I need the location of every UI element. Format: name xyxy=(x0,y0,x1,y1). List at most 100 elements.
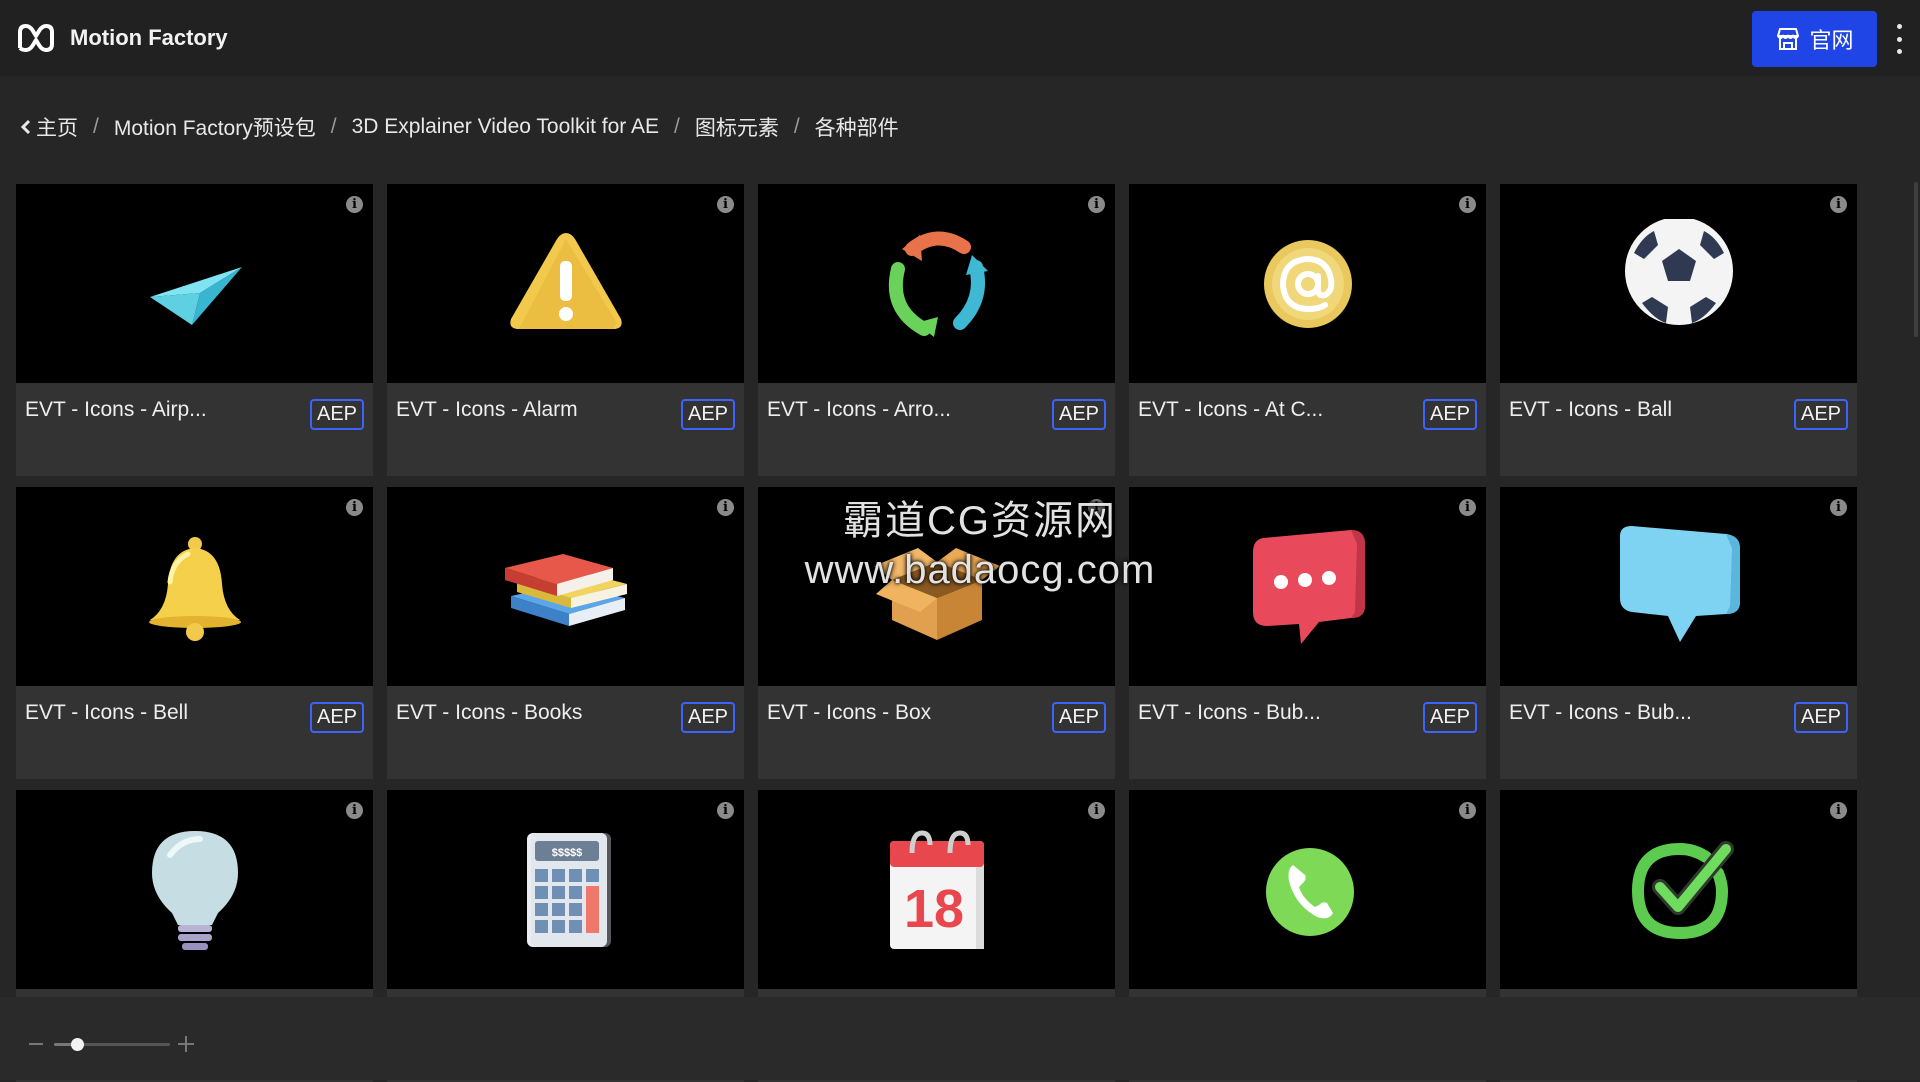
asset-card[interactable]: i EVT - Icons - Ball AEP xyxy=(1500,184,1857,476)
info-icon[interactable]: i xyxy=(717,802,734,819)
aep-badge: AEP xyxy=(681,399,735,430)
official-site-button[interactable]: 官网 xyxy=(1752,11,1877,67)
info-icon[interactable]: i xyxy=(1088,802,1105,819)
breadcrumb-separator: / xyxy=(793,115,800,138)
aep-badge: AEP xyxy=(1052,399,1106,430)
breadcrumb-home[interactable]: 主页 xyxy=(20,112,78,142)
vertical-scrollbar[interactable] xyxy=(1914,182,1918,337)
asset-thumbnail xyxy=(758,184,1115,383)
asset-title: EVT - Icons - Box xyxy=(767,701,932,724)
info-icon[interactable]: i xyxy=(1459,196,1476,213)
asset-thumbnail xyxy=(758,487,1115,686)
asset-thumbnail xyxy=(16,790,373,989)
info-icon[interactable]: i xyxy=(1830,196,1847,213)
calendar-icon: 18 xyxy=(889,829,984,949)
asset-card[interactable]: i EVT - Icons - Bub... AEP xyxy=(1129,487,1486,779)
breadcrumb-item[interactable]: 3D Explainer Video Toolkit for AE xyxy=(352,115,659,139)
asset-thumbnail xyxy=(1129,790,1486,989)
info-icon[interactable]: i xyxy=(1830,499,1847,516)
soccer-ball-icon xyxy=(1624,218,1733,325)
asset-thumbnail: $$$$$ xyxy=(387,790,744,989)
asset-thumbnail xyxy=(387,184,744,383)
asset-card[interactable]: i EVT - Icons - At C... AEP xyxy=(1129,184,1486,476)
info-icon[interactable]: i xyxy=(1830,802,1847,819)
info-icon[interactable]: i xyxy=(1459,802,1476,819)
asset-thumbnail xyxy=(16,184,373,383)
asset-card[interactable]: i EVT - Icons - Box AEP xyxy=(758,487,1115,779)
breadcrumb-item[interactable]: 图标元素 xyxy=(695,112,779,142)
bell-icon xyxy=(148,536,241,641)
aep-badge: AEP xyxy=(1423,702,1477,733)
breadcrumb-item[interactable]: Motion Factory预设包 xyxy=(114,112,316,142)
asset-title: EVT - Icons - Bub... xyxy=(1138,701,1321,724)
checkmark-icon xyxy=(1631,840,1734,939)
top-bar: Motion Factory 官网 xyxy=(0,0,1920,76)
info-icon[interactable]: i xyxy=(717,499,734,516)
open-box-icon xyxy=(873,547,1000,640)
more-menu-icon[interactable] xyxy=(1887,24,1911,54)
warning-triangle-icon xyxy=(509,232,622,329)
store-icon xyxy=(1777,28,1800,50)
brand[interactable]: Motion Factory xyxy=(16,22,228,54)
asset-thumbnail xyxy=(1500,184,1857,383)
asset-thumbnail xyxy=(387,487,744,686)
asset-card[interactable]: i EVT - Icons - Books AEP xyxy=(387,487,744,779)
chat-bubble-dots-icon xyxy=(1252,529,1365,644)
asset-card[interactable]: i EVT - Icons - Airp... AEP xyxy=(16,184,373,476)
paper-plane-icon xyxy=(149,266,242,325)
books-icon xyxy=(504,553,627,626)
asset-title: EVT - Icons - Bub... xyxy=(1509,701,1692,724)
calendar-day: 18 xyxy=(903,879,963,939)
asset-title: EVT - Icons - Books xyxy=(396,701,583,724)
asset-title: EVT - Icons - Arro... xyxy=(767,398,951,421)
asset-title: EVT - Icons - Airp... xyxy=(25,398,207,421)
asset-thumbnail xyxy=(1500,790,1857,989)
aep-badge: AEP xyxy=(1794,399,1848,430)
breadcrumb-separator: / xyxy=(330,115,337,138)
phone-icon xyxy=(1265,847,1354,936)
asset-thumbnail xyxy=(1129,184,1486,383)
light-bulb-icon xyxy=(151,830,238,950)
asset-thumbnail xyxy=(16,487,373,686)
asset-title: EVT - Icons - Bell xyxy=(25,701,188,724)
asset-card[interactable]: i EVT - Icons - Bub... AEP xyxy=(1500,487,1857,779)
info-icon[interactable]: i xyxy=(346,499,363,516)
aep-badge: AEP xyxy=(1052,702,1106,733)
asset-thumbnail xyxy=(1129,487,1486,686)
breadcrumb: 主页 / Motion Factory预设包 / 3D Explainer Vi… xyxy=(20,110,899,144)
zoom-slider[interactable] xyxy=(54,1038,170,1051)
info-icon[interactable]: i xyxy=(1459,499,1476,516)
asset-card[interactable]: i EVT - Icons - Alarm AEP xyxy=(387,184,744,476)
asset-title: EVT - Icons - Ball xyxy=(1509,398,1672,421)
chevron-left-icon xyxy=(20,119,31,135)
official-site-label: 官网 xyxy=(1809,28,1854,53)
zoom-out-icon[interactable] xyxy=(29,1043,43,1045)
asset-card[interactable]: i EVT - Icons - Bell AEP xyxy=(16,487,373,779)
asset-thumbnail xyxy=(1500,487,1857,686)
bottom-bar xyxy=(0,997,1920,1080)
aep-badge: AEP xyxy=(310,399,364,430)
motion-factory-logo-icon xyxy=(18,24,54,52)
calculator-icon: $$$$$ xyxy=(526,832,611,947)
at-coin-icon xyxy=(1263,239,1352,328)
speech-bubble-icon xyxy=(1619,525,1740,642)
aep-badge: AEP xyxy=(1794,702,1848,733)
aep-badge: AEP xyxy=(310,702,364,733)
asset-card[interactable]: i EVT - Icons - Arro... AEP xyxy=(758,184,1115,476)
breadcrumb-current: 各种部件 xyxy=(814,117,899,140)
asset-title: EVT - Icons - Alarm xyxy=(396,398,578,421)
asset-title: EVT - Icons - At C... xyxy=(1138,398,1324,421)
info-icon[interactable]: i xyxy=(346,802,363,819)
circular-arrows-icon xyxy=(888,231,988,337)
info-icon[interactable]: i xyxy=(1088,499,1105,516)
info-icon[interactable]: i xyxy=(346,196,363,213)
asset-thumbnail: 18 xyxy=(758,790,1115,989)
info-icon[interactable]: i xyxy=(717,196,734,213)
breadcrumb-separator: / xyxy=(93,115,99,138)
breadcrumb-separator: / xyxy=(673,115,680,138)
asset-grid: i EVT - Icons - Airp... AEP i EVT - Icon… xyxy=(16,184,1857,1082)
aep-badge: AEP xyxy=(681,702,735,733)
calculator-display: $$$$$ xyxy=(551,847,582,859)
info-icon[interactable]: i xyxy=(1088,196,1105,213)
zoom-in-icon[interactable] xyxy=(178,1036,194,1052)
